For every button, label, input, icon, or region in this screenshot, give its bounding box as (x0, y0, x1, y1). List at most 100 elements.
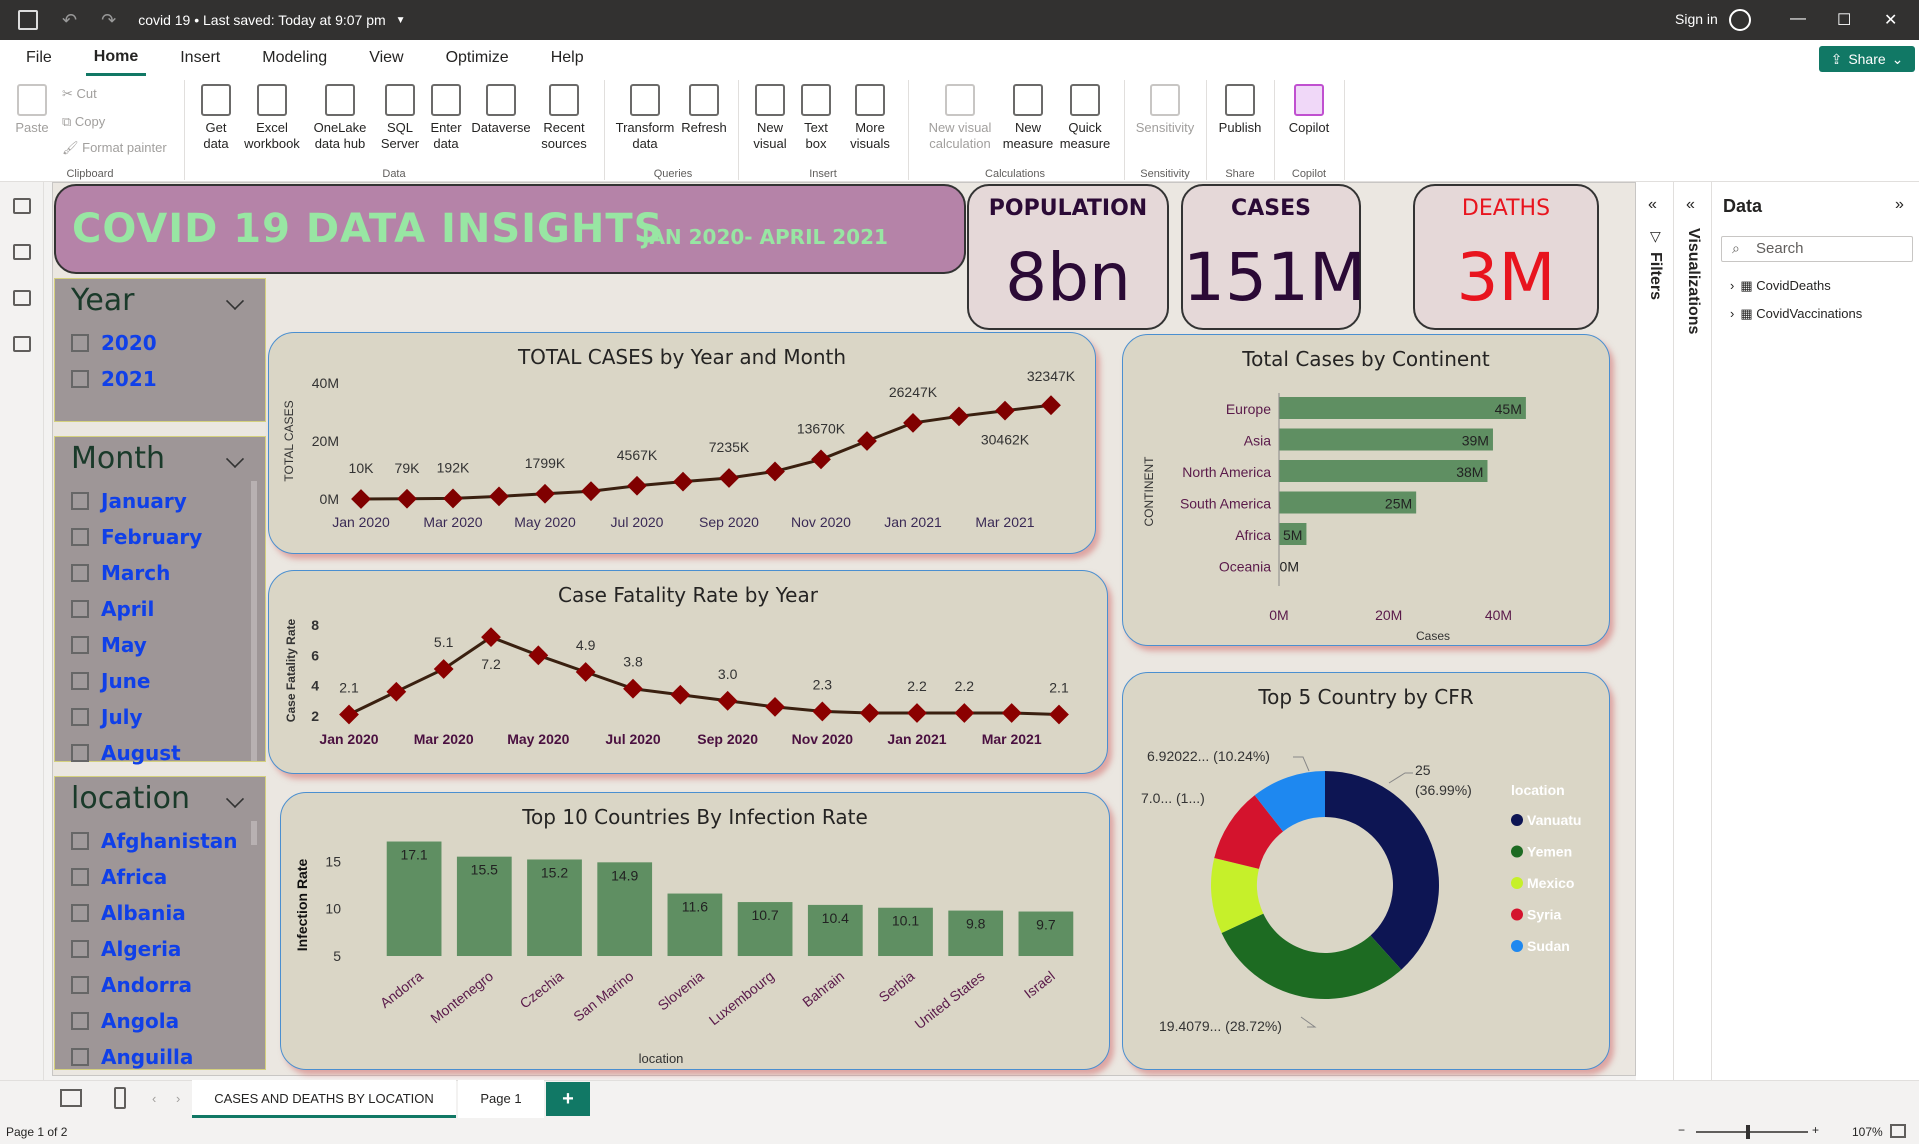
slicer-item[interactable]: March (71, 561, 170, 585)
new-visual-calculation-button[interactable]: New visual calculation (918, 84, 1002, 152)
slicer-item[interactable]: Anguilla (71, 1045, 193, 1069)
format-painter-button[interactable]: 🖌 Format painter (62, 140, 167, 156)
report-view-icon[interactable] (13, 198, 31, 214)
chart-case-fatality[interactable]: Case Fatality Rate by Year 2 4 6 8 Jan 2020 M… (268, 570, 1108, 774)
checkbox[interactable] (71, 600, 89, 618)
slicer-item[interactable]: February (71, 525, 202, 549)
redo-icon[interactable]: ↷ (101, 10, 116, 31)
chevron-down-icon[interactable] (225, 789, 245, 809)
slicer-scrollbar[interactable] (251, 481, 257, 761)
menu-modeling[interactable]: Modeling (254, 40, 335, 76)
recent-sources-button[interactable]: Recent sources (534, 84, 594, 152)
sign-in-link[interactable]: Sign in (1675, 11, 1718, 27)
slicer-item[interactable]: Afghanistan (71, 829, 238, 853)
data-search-input[interactable]: Search (1721, 236, 1913, 262)
page-tab-active[interactable]: CASES AND DEATHS BY LOCATION (192, 1080, 456, 1118)
scroll-right-icon[interactable]: › (176, 1091, 180, 1106)
checkbox[interactable] (71, 868, 89, 886)
checkbox[interactable] (71, 708, 89, 726)
checkbox[interactable] (71, 636, 89, 654)
slicer-item[interactable]: Africa (71, 865, 167, 889)
dax-query-icon[interactable] (13, 336, 31, 352)
slicer-item[interactable]: Angola (71, 1009, 179, 1033)
quick-measure-button[interactable]: Quick measure (1058, 84, 1112, 152)
menu-optimize[interactable]: Optimize (438, 40, 517, 76)
desktop-layout-icon[interactable] (60, 1089, 82, 1107)
checkbox[interactable] (71, 370, 89, 388)
slicer-item[interactable]: Algeria (71, 937, 181, 961)
chart-top5-cfr[interactable]: Top 5 Country by CFR 25 (36.99%) 19.4079..… (1122, 672, 1610, 1070)
chart-cases-continent[interactable]: Total Cases by Continent Europe 45M Asia 39… (1122, 334, 1610, 646)
text-box-button[interactable]: Text box (796, 84, 836, 152)
visualizations-pane-collapsed[interactable]: « Visualizations (1674, 182, 1712, 1080)
expand-icon[interactable]: « (1648, 196, 1657, 214)
add-page-button[interactable]: + (546, 1082, 590, 1116)
checkbox[interactable] (71, 528, 89, 546)
table-item[interactable]: › ▦ CovidVaccinations (1730, 306, 1862, 322)
slicer-item[interactable]: January (71, 489, 187, 513)
slicer-item[interactable]: July (71, 705, 143, 729)
checkbox[interactable] (71, 832, 89, 850)
table-view-icon[interactable] (13, 244, 31, 260)
chart-infection-rate[interactable]: Top 10 Countries By Infection Rate 5 10 15… (280, 792, 1110, 1070)
checkbox[interactable] (71, 672, 89, 690)
mobile-layout-icon[interactable] (114, 1087, 126, 1109)
copy-button[interactable]: ⧉ Copy (62, 114, 105, 130)
sql-server-button[interactable]: SQL Server (378, 84, 422, 152)
slicer-item[interactable]: 2020 (71, 331, 157, 355)
slicer-item[interactable]: 2021 (71, 367, 157, 391)
cut-button[interactable]: ✂ Cut (62, 86, 97, 102)
more-visuals-button[interactable]: More visuals (840, 84, 900, 152)
model-view-icon[interactable] (13, 290, 31, 306)
document-title[interactable]: covid 19 • Last saved: Today at 9:07 pm (138, 12, 385, 28)
checkbox[interactable] (71, 1048, 89, 1066)
save-icon[interactable] (18, 10, 38, 30)
chevron-down-icon[interactable] (225, 291, 245, 311)
slicer-scrollbar[interactable] (251, 821, 257, 845)
chevron-right-icon[interactable]: › (1730, 306, 1734, 321)
zoom-slider[interactable] (1696, 1131, 1808, 1133)
slicer-item[interactable]: August (71, 741, 181, 765)
enter-data-button[interactable]: Enter data (426, 84, 466, 152)
dataverse-button[interactable]: Dataverse (468, 84, 534, 136)
get-data-button[interactable]: Get data (194, 84, 238, 152)
excel-workbook-button[interactable]: Excel workbook (240, 84, 304, 152)
slicer-item[interactable]: Andorra (71, 973, 192, 997)
zoom-slider-thumb[interactable] (1746, 1125, 1750, 1139)
kpi-deaths[interactable]: DEATHS 3M (1413, 184, 1599, 330)
slicer-item[interactable]: April (71, 597, 154, 621)
zoom-out-icon[interactable]: − (1678, 1123, 1685, 1137)
checkbox[interactable] (71, 1012, 89, 1030)
filters-pane-collapsed[interactable]: « ▽ Filters (1636, 182, 1674, 1080)
scroll-left-icon[interactable]: ‹ (152, 1091, 156, 1106)
chart-total-cases[interactable]: TOTAL CASES by Year and Month 0M 20M 40M Ja… (268, 332, 1096, 554)
kpi-population[interactable]: POPULATION 8bn (967, 184, 1169, 330)
checkbox[interactable] (71, 744, 89, 762)
zoom-in-icon[interactable]: + (1812, 1123, 1819, 1137)
slicer-item[interactable]: Albania (71, 901, 186, 925)
fit-page-icon[interactable] (1890, 1124, 1906, 1138)
menu-view[interactable]: View (361, 40, 411, 76)
new-measure-button[interactable]: New measure (1002, 84, 1054, 152)
avatar[interactable] (1729, 9, 1751, 31)
chevron-down-icon[interactable] (225, 449, 245, 469)
checkbox[interactable] (71, 904, 89, 922)
checkbox[interactable] (71, 334, 89, 352)
slicer-item[interactable]: June (71, 669, 150, 693)
menu-help[interactable]: Help (543, 40, 592, 76)
sensitivity-button[interactable]: Sensitivity (1132, 84, 1198, 136)
kpi-cases[interactable]: CASES 151M (1181, 184, 1366, 330)
collapse-icon[interactable]: » (1895, 196, 1904, 214)
refresh-button[interactable]: Refresh (680, 84, 728, 136)
checkbox[interactable] (71, 492, 89, 510)
undo-icon[interactable]: ↶ (62, 10, 77, 31)
transform-data-button[interactable]: Transform data (614, 84, 676, 152)
share-button[interactable]: ⇪ Share ⌄ (1819, 46, 1915, 72)
chevron-right-icon[interactable]: › (1730, 278, 1734, 293)
checkbox[interactable] (71, 976, 89, 994)
maximize-icon[interactable]: ☐ (1837, 10, 1851, 30)
publish-button[interactable]: Publish (1214, 84, 1266, 136)
slicer-item[interactable]: May (71, 633, 147, 657)
copilot-button[interactable]: Copilot (1282, 84, 1336, 136)
expand-icon[interactable]: « (1686, 196, 1695, 214)
